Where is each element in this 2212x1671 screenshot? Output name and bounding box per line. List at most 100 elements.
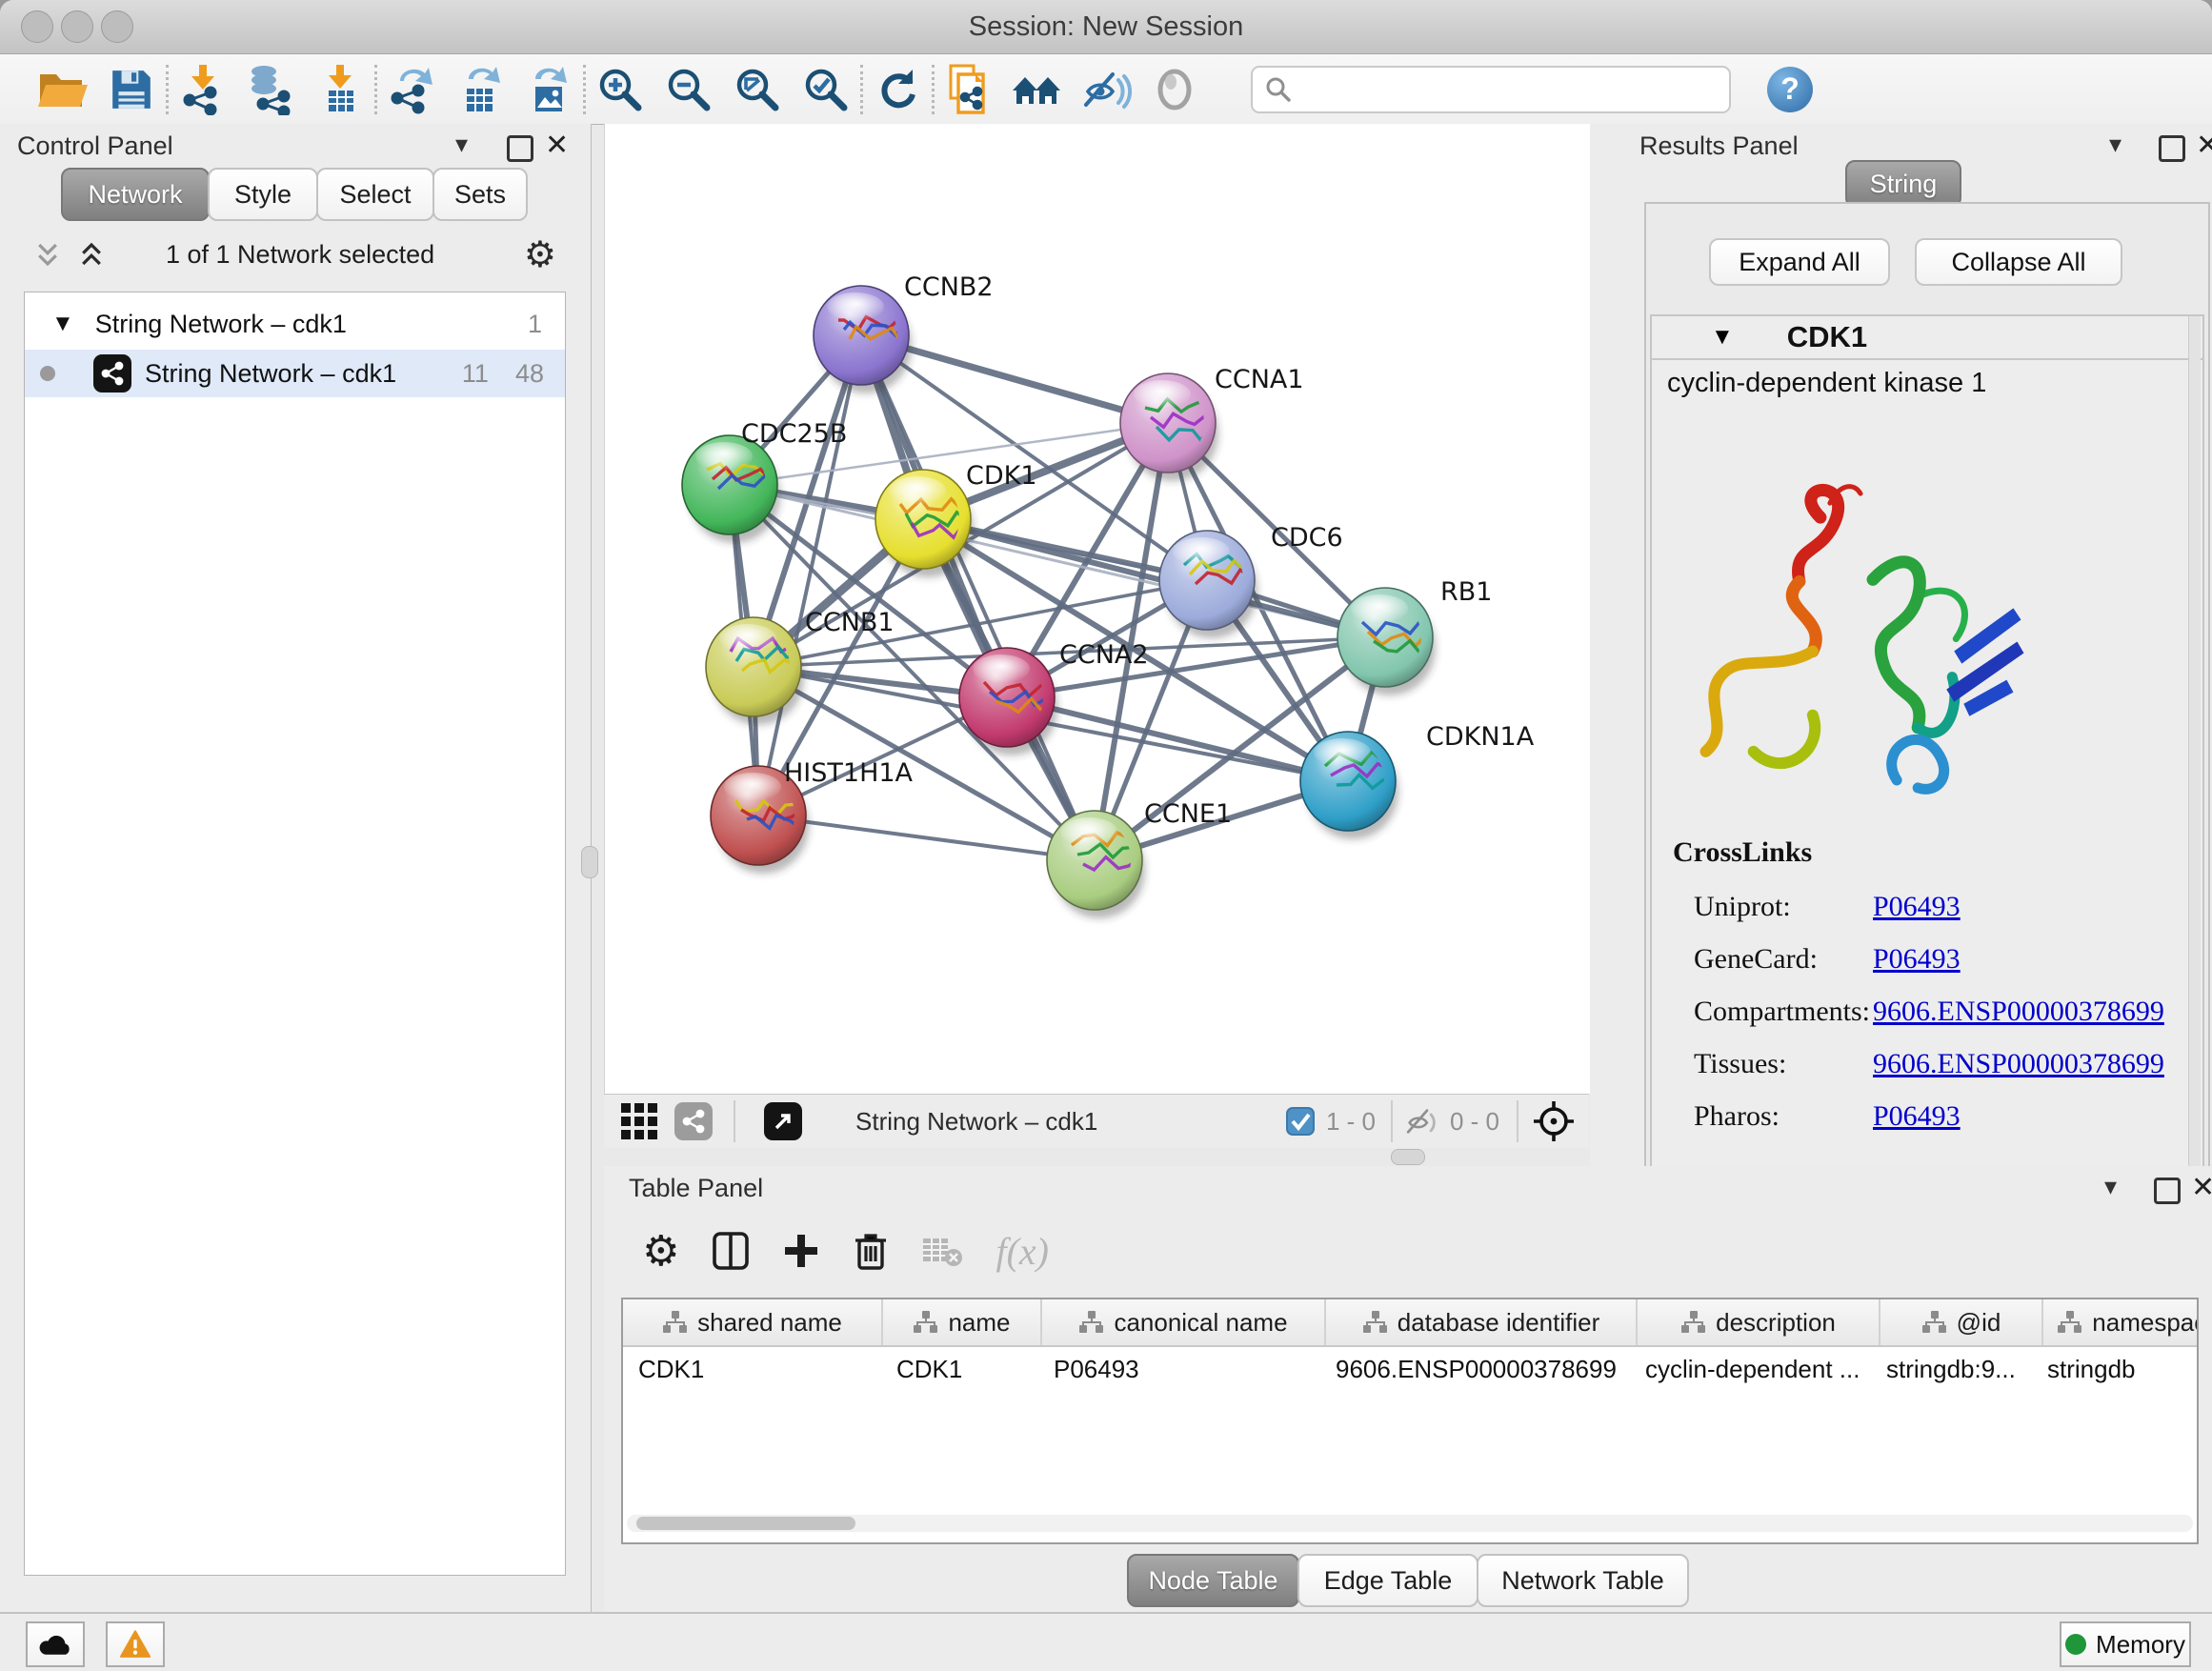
table-panel-maximize-icon[interactable] bbox=[2154, 1178, 2181, 1204]
export-table-icon[interactable] bbox=[446, 59, 514, 120]
memory-button[interactable]: Memory bbox=[2060, 1621, 2191, 1667]
string-network-badge-icon[interactable] bbox=[674, 1102, 713, 1140]
collapse-all-button[interactable]: Collapse All bbox=[1915, 238, 2122, 286]
network-node-cdk1[interactable] bbox=[875, 470, 975, 577]
export-image-icon[interactable] bbox=[514, 59, 583, 120]
cloud-status-button[interactable] bbox=[26, 1621, 85, 1667]
results-panel-float-icon[interactable]: ▾ bbox=[2109, 130, 2122, 159]
table-cell[interactable]: stringdb:9... bbox=[1871, 1347, 2032, 1391]
results-scrollbar[interactable] bbox=[2188, 316, 2201, 1179]
selected-checkbox-icon[interactable] bbox=[1286, 1107, 1315, 1136]
show-columns-icon[interactable] bbox=[712, 1231, 750, 1271]
network-options-gear-icon[interactable]: ⚙ bbox=[524, 233, 556, 276]
control-panel-float-icon[interactable]: ▾ bbox=[455, 130, 468, 159]
import-network-file-icon[interactable] bbox=[169, 59, 237, 120]
column-header-name[interactable]: name bbox=[883, 1299, 1042, 1345]
network-node-rb1[interactable] bbox=[1337, 588, 1445, 695]
save-session-icon[interactable] bbox=[97, 59, 166, 120]
control-panel-maximize-icon[interactable] bbox=[507, 135, 533, 162]
crosslink-link[interactable]: P06493 bbox=[1873, 943, 1961, 976]
share-document-icon[interactable] bbox=[935, 59, 1003, 120]
search-field[interactable] bbox=[1251, 66, 1731, 113]
function-builder-icon[interactable]: f(x) bbox=[995, 1229, 1049, 1274]
section-collapse-caret-icon[interactable]: ▼ bbox=[1711, 324, 1734, 351]
network-node-cdc6[interactable] bbox=[1159, 531, 1260, 638]
show-eye-icon[interactable] bbox=[1140, 59, 1209, 120]
table-cell[interactable]: cyclin-dependent ... bbox=[1630, 1347, 1871, 1391]
refresh-icon[interactable] bbox=[863, 59, 932, 120]
tab-sets[interactable]: Sets bbox=[432, 168, 528, 221]
results-panel-close-icon[interactable]: ✕ bbox=[2196, 129, 2212, 162]
application-window: Session: New Session bbox=[0, 0, 2212, 1671]
network-node-cdc25b[interactable] bbox=[682, 435, 791, 543]
table-cell[interactable]: CDK1 bbox=[881, 1347, 1038, 1391]
hide-glasses-icon[interactable] bbox=[1072, 59, 1140, 120]
import-table-file-icon[interactable] bbox=[306, 59, 374, 120]
table-cell[interactable]: CDK1 bbox=[623, 1347, 881, 1391]
control-panel-close-icon[interactable]: ✕ bbox=[545, 129, 569, 162]
table-panel-close-icon[interactable]: ✕ bbox=[2191, 1171, 2212, 1204]
bottom-splitter-handle[interactable] bbox=[1391, 1149, 1425, 1165]
table-cell[interactable]: 9606.ENSP00000378699 bbox=[1320, 1347, 1630, 1391]
warning-status-button[interactable] bbox=[106, 1621, 165, 1667]
home-icon[interactable] bbox=[1003, 59, 1072, 120]
network-node-ccna1[interactable] bbox=[1120, 373, 1220, 481]
network-view-canvas[interactable]: CCNB2CCNA1CDC25BCDK1CDC6RB1CCNB1CCNA2CDK… bbox=[604, 124, 1591, 1094]
crosslink-link[interactable]: 9606.ENSP00000378699 bbox=[1873, 1048, 2164, 1080]
grid-view-icon[interactable] bbox=[619, 1101, 659, 1141]
add-column-icon[interactable] bbox=[782, 1232, 820, 1270]
table-options-gear-icon[interactable]: ⚙ bbox=[642, 1227, 679, 1276]
detach-view-icon[interactable] bbox=[764, 1102, 802, 1140]
node-table-header[interactable]: shared namenamecanonical namedatabase id… bbox=[623, 1299, 2199, 1347]
tab-edge-table[interactable]: Edge Table bbox=[1297, 1554, 1478, 1607]
node-table[interactable]: shared namenamecanonical namedatabase id… bbox=[621, 1298, 2199, 1544]
crosslink-link[interactable]: P06493 bbox=[1873, 1100, 1961, 1133]
tab-style[interactable]: Style bbox=[208, 168, 318, 221]
column-header-description[interactable]: description bbox=[1638, 1299, 1880, 1345]
table-cell[interactable]: P06493 bbox=[1038, 1347, 1320, 1391]
tab-select[interactable]: Select bbox=[316, 168, 434, 221]
crosslink-link[interactable]: 9606.ENSP00000378699 bbox=[1873, 996, 2164, 1028]
cdk1-section-header[interactable]: ▼ CDK1 bbox=[1652, 316, 2202, 360]
birds-eye-crosshair-icon[interactable] bbox=[1532, 1099, 1576, 1143]
expand-all-button[interactable]: Expand All bbox=[1709, 238, 1890, 286]
table-cell[interactable]: stringdb bbox=[2032, 1347, 2199, 1391]
table-panel-float-icon[interactable]: ▾ bbox=[2104, 1172, 2117, 1201]
tab-node-table[interactable]: Node Table bbox=[1127, 1554, 1299, 1607]
table-h-scrollbar[interactable] bbox=[627, 1515, 2193, 1532]
column-header--id[interactable]: @id bbox=[1880, 1299, 2043, 1345]
export-network-icon[interactable] bbox=[377, 59, 446, 120]
left-splitter-handle[interactable] bbox=[581, 846, 598, 878]
tree-collapse-caret-icon[interactable]: ▼ bbox=[51, 311, 74, 337]
import-network-database-icon[interactable] bbox=[237, 59, 306, 120]
delete-column-icon[interactable] bbox=[853, 1231, 889, 1271]
tab-string[interactable]: String bbox=[1845, 160, 1961, 208]
zoom-selected-icon[interactable] bbox=[792, 59, 860, 120]
help-icon[interactable]: ? bbox=[1767, 67, 1813, 112]
network-edge[interactable] bbox=[758, 815, 1095, 860]
column-header-shared-name[interactable]: shared name bbox=[623, 1299, 883, 1345]
column-header-namespace[interactable]: namespace bbox=[2043, 1299, 2199, 1345]
tab-network-table[interactable]: Network Table bbox=[1477, 1554, 1689, 1607]
zoom-in-icon[interactable] bbox=[586, 59, 654, 120]
network-node-cdkn1a[interactable] bbox=[1300, 732, 1407, 839]
node-table-row[interactable]: CDK1CDK1P064939606.ENSP00000378699cyclin… bbox=[623, 1347, 2199, 1391]
search-input[interactable] bbox=[1300, 73, 1714, 105]
string-network-graph[interactable]: CCNB2CCNA1CDC25BCDK1CDC6RB1CCNB1CCNA2CDK… bbox=[605, 124, 1590, 1094]
crosslink-link[interactable]: P06493 bbox=[1873, 891, 1961, 923]
column-header-database-identifier[interactable]: database identifier bbox=[1326, 1299, 1638, 1345]
zoom-fit-icon[interactable] bbox=[723, 59, 792, 120]
table-h-scrollbar-thumb[interactable] bbox=[636, 1517, 855, 1530]
results-panel-maximize-icon[interactable] bbox=[2159, 135, 2185, 162]
zoom-out-icon[interactable] bbox=[654, 59, 723, 120]
delete-table-icon[interactable] bbox=[921, 1233, 963, 1269]
open-file-icon[interactable] bbox=[29, 59, 97, 120]
network-node-ccnb2[interactable] bbox=[814, 286, 914, 393]
table-toolbar: ⚙ f(x) bbox=[642, 1221, 1049, 1280]
collapse-all-icon[interactable] bbox=[32, 240, 63, 269]
expand-all-icon[interactable] bbox=[76, 240, 107, 269]
tab-network[interactable]: Network bbox=[61, 168, 210, 221]
column-header-canonical-name[interactable]: canonical name bbox=[1042, 1299, 1326, 1345]
network-row-selected[interactable]: String Network – cdk1 11 48 bbox=[25, 350, 565, 397]
network-collection-row[interactable]: ▼ String Network – cdk1 1 bbox=[25, 300, 565, 348]
